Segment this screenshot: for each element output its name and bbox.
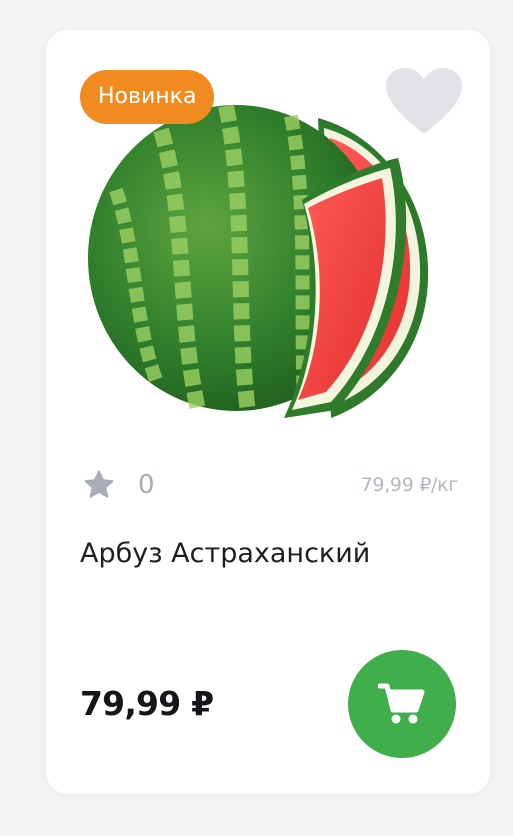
product-name[interactable]: Арбуз Астраханский (80, 538, 370, 569)
unit-price: 79,99 ₽/кг (360, 474, 459, 496)
rating-count: 0 (138, 470, 155, 500)
product-price: 79,99 ₽ (80, 684, 214, 723)
heart-icon[interactable] (386, 68, 462, 136)
add-to-cart-button[interactable] (348, 650, 456, 758)
new-badge: Новинка (80, 70, 215, 124)
product-card[interactable]: Новинка 0 79,99 ₽/кг Арбуз Астраханский … (46, 30, 490, 794)
star-icon (84, 470, 114, 498)
rating-row: 0 79,99 ₽/кг (82, 468, 458, 504)
shopping-cart-icon (378, 683, 425, 724)
favorite-button[interactable] (386, 68, 462, 136)
